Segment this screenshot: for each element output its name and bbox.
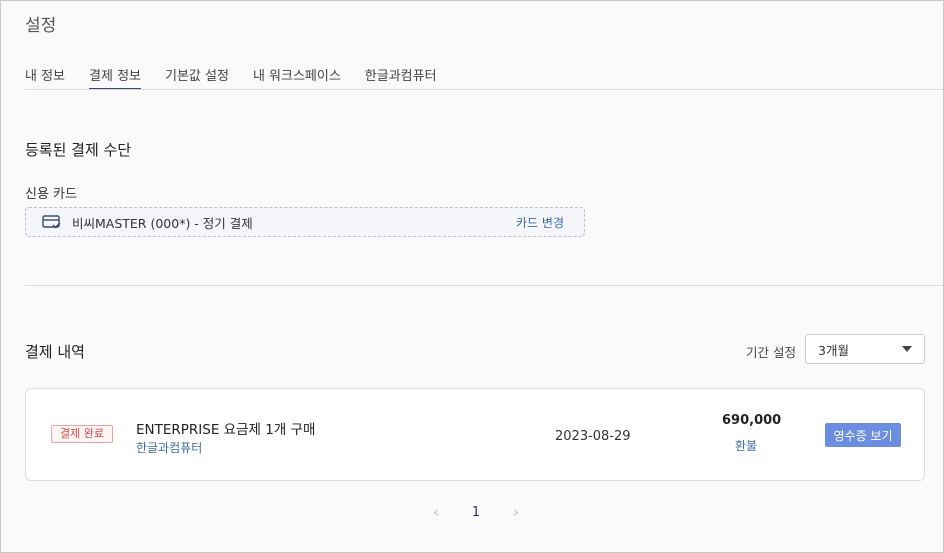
payment-history-title: 결제 내역 — [25, 343, 85, 361]
tab-my-workspace[interactable]: 내 워크스페이스 — [253, 65, 341, 90]
refund-link[interactable]: 환불 — [735, 437, 757, 454]
change-card-link[interactable]: 카드 변경 — [516, 214, 564, 231]
next-page-icon[interactable]: › — [506, 503, 526, 521]
tab-bar: 내 정보 결제 정보 기본값 설정 내 워크스페이스 한글과컴퓨터 — [25, 65, 943, 90]
pagination: ‹ 1 › — [426, 501, 526, 523]
item-organization-link[interactable]: 한글과컴퓨터 — [136, 439, 202, 456]
card-description: 비씨MASTER (000*) - 정기 결제 — [72, 215, 253, 231]
tab-my-info[interactable]: 내 정보 — [25, 65, 65, 90]
page-number[interactable]: 1 — [472, 505, 480, 520]
view-receipt-button[interactable]: 영수증 보기 — [825, 423, 901, 447]
item-date: 2023-08-29 — [555, 429, 631, 444]
item-title: ENTERPRISE 요금제 1개 구매 — [136, 422, 316, 438]
prev-page-icon[interactable]: ‹ — [426, 503, 446, 521]
section-divider — [25, 285, 943, 286]
credit-card-label: 신용 카드 — [25, 187, 77, 202]
period-label: 기간 설정 — [746, 345, 796, 360]
settings-window: 설정 내 정보 결제 정보 기본값 설정 내 워크스페이스 한글과컴퓨터 등록된… — [0, 0, 944, 553]
tab-payment-info[interactable]: 결제 정보 — [89, 65, 141, 90]
payment-method-title: 등록된 결제 수단 — [25, 141, 132, 159]
period-select[interactable]: 3개월 — [805, 334, 925, 364]
registered-card: 비씨MASTER (000*) - 정기 결제 카드 변경 — [25, 207, 585, 237]
page-title: 설정 — [25, 16, 57, 36]
tab-default-settings[interactable]: 기본값 설정 — [165, 65, 229, 90]
period-value: 3개월 — [818, 342, 849, 358]
chevron-down-icon — [902, 346, 912, 352]
tab-organization[interactable]: 한글과컴퓨터 — [365, 65, 437, 90]
tab-divider — [25, 89, 943, 90]
payment-history-item: 결제 완료 ENTERPRISE 요금제 1개 구매 한글과컴퓨터 2023-0… — [25, 388, 925, 481]
item-amount: 690,000 — [722, 413, 782, 428]
credit-card-icon — [42, 214, 62, 230]
status-badge: 결제 완료 — [51, 425, 113, 443]
